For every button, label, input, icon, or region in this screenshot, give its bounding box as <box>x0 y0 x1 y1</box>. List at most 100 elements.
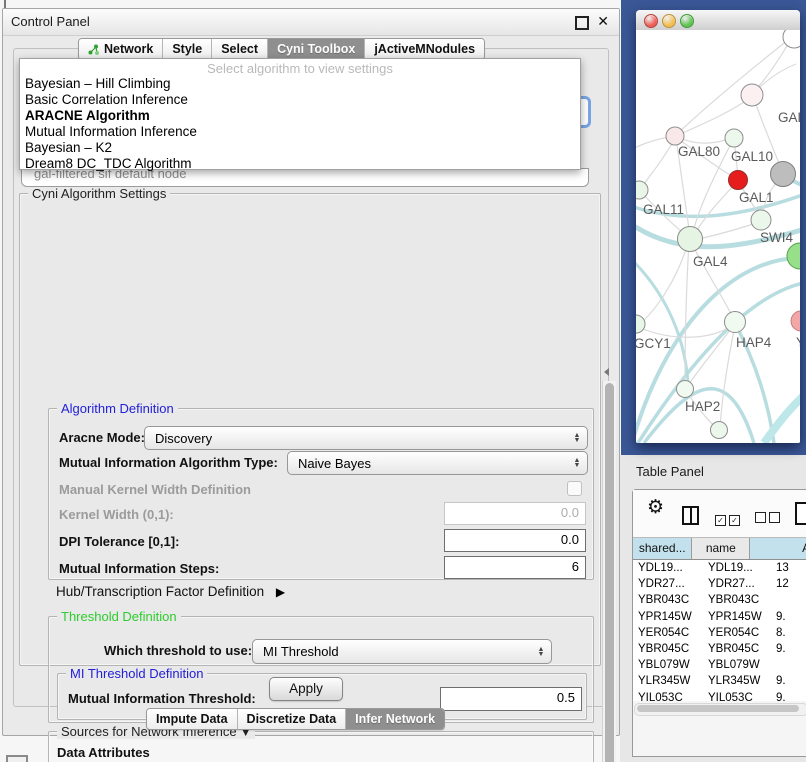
network-node-7[interactable] <box>751 210 771 230</box>
tab-impute-data[interactable]: Impute Data <box>147 709 238 729</box>
float-window-icon[interactable] <box>575 16 589 30</box>
table-cell: YDL19... <box>703 560 771 576</box>
algorithm-dropdown-placeholder: Select algorithm to view settings <box>20 61 580 76</box>
expander-right-arrow-icon[interactable]: ▶ <box>276 585 285 599</box>
manual-kernel-width-checkbox[interactable] <box>567 481 582 496</box>
network-node-12[interactable] <box>791 311 800 331</box>
dpi-tolerance-label: DPI Tolerance [0,1]: <box>59 534 179 549</box>
minimize-traffic-light-icon[interactable] <box>662 14 676 28</box>
dpi-tolerance-input[interactable]: 0.0 <box>444 529 586 552</box>
select-all-columns-icon[interactable]: ✓✓ <box>715 510 743 528</box>
aracne-mode-combo[interactable]: Discovery ▲▼ <box>144 426 588 450</box>
table-row[interactable]: YLR345WYLR345W9. <box>633 673 806 689</box>
algorithm-definition-group: Algorithm Definition Aracne Mode: Discov… <box>48 408 594 580</box>
table-horizontal-scrollbar[interactable] <box>634 703 806 716</box>
zoom-traffic-light-icon[interactable] <box>680 14 694 28</box>
control-panel-title: Control Panel <box>11 14 90 29</box>
bottom-tab-bar: Impute DataDiscretize DataInfer Network <box>146 708 445 730</box>
table-rows: YDL19...YDL19...13YDR27...YDR27...12YBR0… <box>633 560 806 701</box>
vertical-scrollbar-thumb[interactable] <box>605 383 614 762</box>
table-cell: YLR345W <box>633 673 703 689</box>
table-row[interactable]: YDR27...YDR27...12 <box>633 576 806 592</box>
table-row[interactable]: YPR145WYPR145W9. <box>633 609 806 625</box>
mi-threshold-input[interactable]: 0.5 <box>440 687 582 711</box>
network-node-9[interactable] <box>787 243 800 269</box>
table-cell: 9. <box>771 690 806 702</box>
panel-splitter-arrow-icon[interactable] <box>604 368 609 376</box>
network-node-11[interactable] <box>725 312 746 333</box>
kernel-width-label: Kernel Width (0,1): <box>59 507 174 522</box>
file-export-icon[interactable] <box>795 502 806 525</box>
hub-transcription-factor-expander[interactable]: Hub/Transcription Factor Definition ▶ <box>56 584 285 599</box>
tab-jactivemnodules[interactable]: jActiveMNodules <box>365 39 484 59</box>
minimized-panel-icon[interactable] <box>6 755 28 762</box>
tab-discretize-data[interactable]: Discretize Data <box>238 709 347 729</box>
column-header-a[interactable]: A <box>750 538 806 559</box>
mi-steps-input[interactable]: 6 <box>444 556 586 579</box>
algorithm-option-bayesian-k2[interactable]: Bayesian – K2 <box>20 140 580 156</box>
tab-select[interactable]: Select <box>212 39 268 59</box>
node-label-gal: GAL <box>778 110 800 125</box>
algorithm-option-bayesian-hill-climbing[interactable]: Bayesian – Hill Climbing <box>20 76 580 92</box>
table-row[interactable]: YBR045CYBR045C9. <box>633 641 806 657</box>
network-node-0[interactable] <box>783 30 800 48</box>
column-header-name[interactable]: name <box>692 538 750 559</box>
control-panel-titlebar[interactable]: Control Panel ✕ <box>3 9 619 36</box>
network-node-10[interactable] <box>636 315 645 333</box>
table-row[interactable]: YBR043CYBR043C <box>633 592 806 608</box>
table-row[interactable]: YBL079WYBL079W <box>633 657 806 673</box>
tab-cyni-toolbox[interactable]: Cyni Toolbox <box>268 39 365 59</box>
gear-icon[interactable]: ⚙ <box>647 496 664 519</box>
network-node-6[interactable] <box>636 181 648 199</box>
tab-label: Network <box>104 42 153 56</box>
kernel-width-input[interactable]: 0.0 <box>444 502 586 525</box>
table-scrollbar-thumb[interactable] <box>637 705 799 712</box>
network-node-1[interactable] <box>741 84 763 106</box>
mi-algorithm-type-combo[interactable]: Naive Bayes ▲▼ <box>287 451 588 475</box>
algorithm-option-aracne-algorithm[interactable]: ARACNE Algorithm <box>20 108 580 124</box>
network-node-14[interactable] <box>711 422 728 439</box>
table-cell: YBL079W <box>703 657 771 673</box>
tab-infer-network[interactable]: Infer Network <box>346 709 444 729</box>
table-cell: YDL19... <box>633 560 703 576</box>
network-node-2[interactable] <box>666 127 684 145</box>
apply-button[interactable]: Apply <box>269 677 343 701</box>
network-node-3[interactable] <box>725 129 743 147</box>
table-cell: 9. <box>771 609 806 625</box>
tab-style[interactable]: Style <box>163 39 212 59</box>
table-row[interactable]: YER054CYER054C8. <box>633 625 806 641</box>
algorithm-option-mutual-information-inference[interactable]: Mutual Information Inference <box>20 124 580 140</box>
algorithm-dropdown-list: Bayesian – Hill ClimbingBasic Correlatio… <box>20 76 580 172</box>
deselect-all-columns-icon[interactable] <box>755 510 783 528</box>
node-label-hap2: HAP2 <box>685 399 720 414</box>
network-canvas-svg: GALGAL80GAL10GAL1GAL11SWI4GAL4GCY1HAP4YH… <box>636 30 800 443</box>
table-cell: 8. <box>771 625 806 641</box>
table-row[interactable]: YIL053CYIL053C9. <box>633 690 806 702</box>
tab-network[interactable]: Network <box>79 39 163 59</box>
algorithm-option-dream8-dc-tdc-algorithm[interactable]: Dream8 DC_TDC Algorithm <box>20 156 580 172</box>
which-threshold-combo[interactable]: MI Threshold ▲▼ <box>252 639 552 664</box>
column-header-shared[interactable]: shared... <box>633 538 692 559</box>
network-view-window[interactable]: GALGAL80GAL10GAL1GAL11SWI4GAL4GCY1HAP4YH… <box>636 10 800 443</box>
network-canvas[interactable]: GALGAL80GAL10GAL1GAL11SWI4GAL4GCY1HAP4YH… <box>636 30 800 443</box>
network-node-4[interactable] <box>729 171 748 190</box>
data-attributes-label: Data Attributes <box>57 745 150 760</box>
column-view-icon[interactable] <box>682 506 699 525</box>
tab-label: Select <box>221 42 258 56</box>
settings-vertical-scrollbar[interactable] <box>602 381 616 762</box>
which-threshold-label: Which threshold to use: <box>104 643 252 658</box>
close-traffic-light-icon[interactable] <box>644 14 658 28</box>
close-icon[interactable]: ✕ <box>597 13 609 30</box>
network-window-titlebar[interactable] <box>636 10 800 31</box>
network-node-8[interactable] <box>678 227 703 252</box>
algorithm-option-basic-correlation-inference[interactable]: Basic Correlation Inference <box>20 92 580 108</box>
table-cell: YLR345W <box>703 673 771 689</box>
table-row[interactable]: YDL19...YDL19...13 <box>633 560 806 576</box>
node-label-gal80: GAL80 <box>678 144 720 159</box>
node-label-gal10: GAL10 <box>731 149 773 164</box>
network-node-5[interactable] <box>771 162 796 187</box>
table-cell: YDR27... <box>633 576 703 592</box>
network-node-13[interactable] <box>677 381 694 398</box>
algorithm-definition-title: Algorithm Definition <box>57 401 178 416</box>
table-cell: YBR043C <box>703 592 771 608</box>
